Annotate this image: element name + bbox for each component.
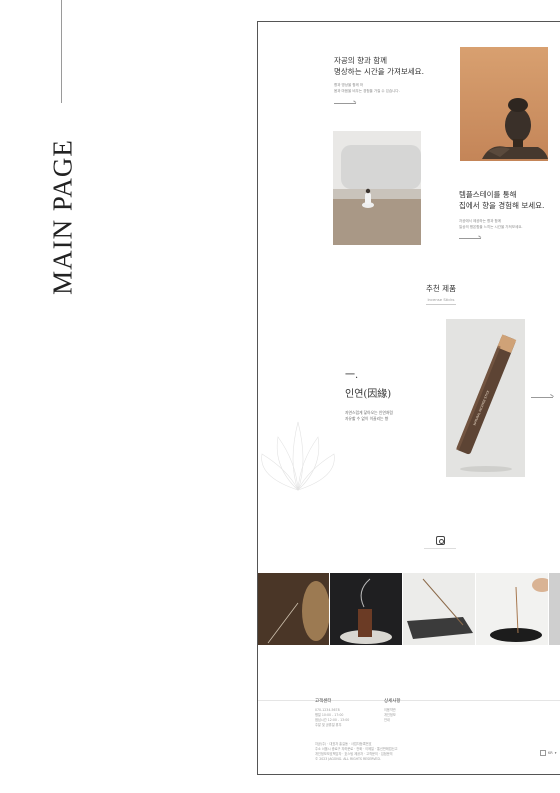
footer-cs-line: 주말 및 공휴일 휴무 bbox=[315, 723, 342, 727]
decorative-line bbox=[61, 0, 62, 103]
chevron-down-icon: ▾ bbox=[554, 751, 557, 755]
recommend-title: 추천 제품 bbox=[426, 284, 456, 293]
buddha-photo bbox=[460, 47, 548, 161]
product-description: 자연스럽게 닿아오는 인연처럼 자유할 수 없이 이끌리는 향 bbox=[345, 410, 393, 422]
product-photo[interactable]: NATURAL INCENSE STICK bbox=[446, 319, 525, 477]
instagram-gallery bbox=[258, 573, 560, 645]
meditation-photo bbox=[333, 131, 421, 245]
footer-cs-info: 070-1234-5678 평일 10:00 - 17:00 점심시간 12:0… bbox=[315, 708, 349, 728]
temple-heading-line1: 템플스테이를 통해 bbox=[459, 190, 517, 199]
gallery-photo-5[interactable] bbox=[548, 573, 560, 645]
temple-description: 자공에서 제공하는 향과 함께 일상의 평온함을 느끼는 시간을 가져보세요. bbox=[459, 218, 523, 230]
recommend-divider bbox=[426, 304, 456, 305]
language-label: KR bbox=[548, 751, 553, 755]
product-desc-line2: 자유할 수 없이 이끌리는 향 bbox=[345, 416, 389, 421]
instagram-divider bbox=[424, 548, 456, 549]
instagram-icon[interactable] bbox=[436, 536, 445, 545]
instagram-icon-lens bbox=[438, 538, 444, 544]
footer-copyright: © 2023 JAGONG. ALL RIGHTS RESERVED. bbox=[315, 757, 381, 761]
recommend-subtitle: Incense Sticks bbox=[427, 297, 455, 302]
intro-heading-line2: 명상하는 시간을 가져보세요. bbox=[334, 67, 424, 76]
footer-company-info: 자공(주) · 대표자 홍길동 · 사업자등록번호 주소 서울시 종로구 자하문… bbox=[315, 742, 545, 762]
main-page-preview: 자공의 향과 함께 명상하는 시간을 가져보세요. 향과 명상을 함께 하 몸과… bbox=[257, 21, 560, 775]
page-label: MAIN PAGE bbox=[47, 139, 78, 295]
temple-desc-line2: 일상의 평온함을 느끼는 시간을 가져보세요. bbox=[459, 225, 523, 229]
language-selector[interactable]: KR ▾ bbox=[540, 750, 557, 756]
globe-icon bbox=[540, 750, 546, 756]
temple-more-arrow[interactable] bbox=[459, 238, 481, 239]
intro-description: 향과 명상을 함께 하 몸과 마음을 비우는 경험을 가질 수 있습니다. bbox=[334, 82, 400, 94]
footer-details-links: 이용약관 개인정보 안내 bbox=[384, 708, 396, 723]
temple-heading: 템플스테이를 통해 집에서 향을 경험해 보세요. bbox=[459, 189, 544, 211]
product-name: 인연(因緣) bbox=[345, 389, 392, 400]
temple-heading-line2: 집에서 향을 경험해 보세요. bbox=[459, 201, 545, 210]
footer-details-heading: 상세사항 bbox=[384, 699, 401, 704]
gallery-photo-3[interactable] bbox=[402, 573, 475, 645]
gallery-photo-1[interactable] bbox=[258, 573, 329, 645]
lotus-illustration bbox=[261, 421, 335, 491]
product-mark: 一. bbox=[345, 370, 359, 381]
gallery-photo-4[interactable] bbox=[475, 573, 552, 645]
footer-link-guide[interactable]: 안내 bbox=[384, 718, 396, 723]
intro-desc-line2: 몸과 마음을 비우는 경험을 가질 수 있습니다. bbox=[334, 89, 400, 93]
footer-cs-heading: 고객센터 bbox=[315, 699, 332, 704]
intro-more-arrow[interactable] bbox=[334, 103, 356, 104]
gallery-photo-2[interactable] bbox=[329, 573, 402, 645]
product-next-arrow[interactable] bbox=[531, 397, 553, 398]
intro-heading-line1: 자공의 향과 함께 bbox=[334, 56, 388, 65]
footer-divider bbox=[258, 700, 560, 701]
intro-heading: 자공의 향과 함께 명상하는 시간을 가져보세요. bbox=[334, 55, 424, 77]
